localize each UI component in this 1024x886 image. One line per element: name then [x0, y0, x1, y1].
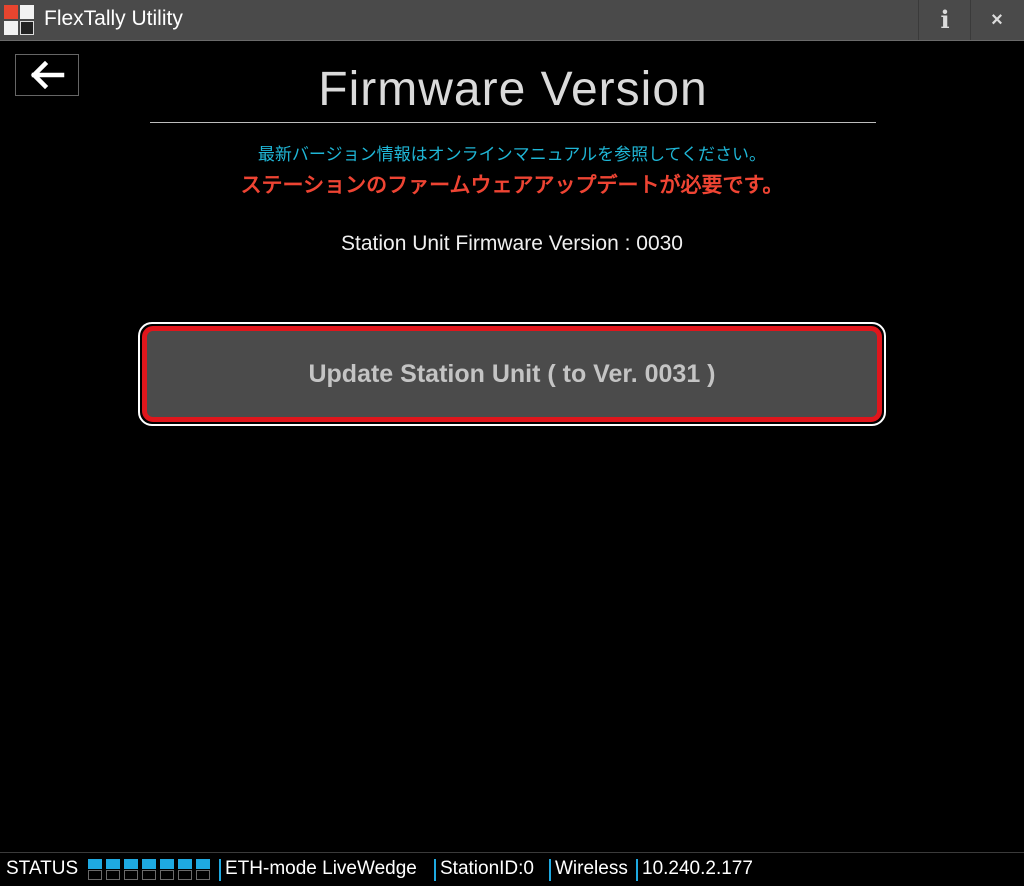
page-title: Firmware Version: [318, 63, 708, 116]
info-button[interactable]: i: [920, 0, 970, 40]
level-cell: [178, 870, 192, 880]
title-divider: [150, 122, 876, 123]
level-cell: [142, 859, 156, 869]
status-level-meter: [88, 859, 216, 881]
status-link: Wireless: [555, 858, 628, 879]
level-cell: [88, 870, 102, 880]
firmware-version-text: Station Unit Firmware Version : 0030: [341, 232, 683, 255]
level-cell: [124, 859, 138, 869]
update-station-button[interactable]: Update Station Unit ( to Ver. 0031 ): [142, 326, 882, 422]
level-cell: [106, 859, 120, 869]
title-bar: FlexTally Utility i ×: [0, 0, 1024, 41]
status-label: STATUS: [6, 858, 79, 879]
level-cell: [124, 870, 138, 880]
level-cell: [178, 859, 192, 869]
status-ip: 10.240.2.177: [642, 858, 753, 879]
level-cell: [88, 859, 102, 869]
app-logo-icon: [4, 5, 34, 35]
arrow-left-icon: [30, 61, 65, 89]
level-cell: [196, 859, 210, 869]
status-separator: [219, 859, 221, 881]
level-cell: [106, 870, 120, 880]
status-bar: STATUS ETH-mode LiveWedge StationID:0 Wi…: [0, 852, 1024, 886]
info-message: 最新バージョン情報はオンラインマニュアルを参照してください。: [257, 145, 767, 164]
back-button[interactable]: [15, 54, 79, 96]
status-separator: [434, 859, 436, 881]
warning-message: ステーションのファームウェアアップデートが必要です。: [240, 174, 784, 197]
level-cell: [160, 859, 174, 869]
level-cell: [160, 870, 174, 880]
status-station-id: StationID:0: [440, 858, 534, 879]
level-cell: [196, 870, 210, 880]
close-button[interactable]: ×: [972, 0, 1022, 40]
window-title: FlexTally Utility: [44, 7, 183, 30]
level-cell: [142, 870, 156, 880]
status-mode: ETH-mode LiveWedge: [225, 858, 417, 879]
status-separator: [636, 859, 638, 881]
status-separator: [549, 859, 551, 881]
